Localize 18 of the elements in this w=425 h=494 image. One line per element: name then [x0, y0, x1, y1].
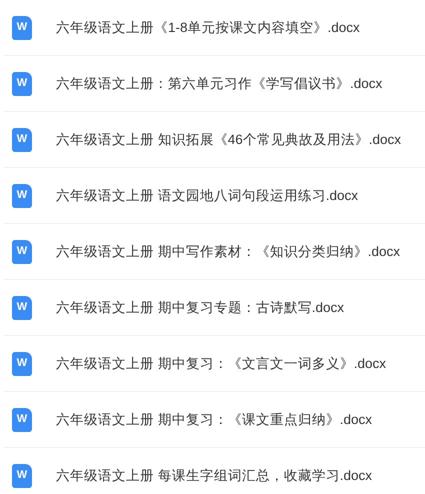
- word-file-icon: W: [12, 16, 32, 40]
- word-file-icon: W: [12, 408, 32, 432]
- word-file-icon: W: [12, 128, 32, 152]
- file-name[interactable]: 六年级语文上册 语文园地八词句段运用练习.docx: [56, 186, 358, 204]
- word-file-icon: W: [12, 72, 32, 96]
- file-name[interactable]: 六年级语文上册 知识拓展《46个常见典故及用法》.docx: [56, 130, 402, 148]
- file-name[interactable]: 六年级语文上册：第六单元习作《学写倡议书》.docx: [56, 74, 382, 92]
- file-name[interactable]: 六年级语文上册 期中复习：《课文重点归纳》.docx: [56, 410, 372, 428]
- file-name[interactable]: 六年级语文上册《1-8单元按课文内容填空》.docx: [56, 18, 360, 36]
- file-name[interactable]: 六年级语文上册 期中复习：《文言文一词多义》.docx: [56, 354, 386, 372]
- word-file-icon: W: [12, 240, 32, 264]
- file-name[interactable]: 六年级语文上册 每课生字组词汇总，收藏学习.docx: [56, 466, 372, 484]
- word-file-icon: W: [12, 464, 32, 488]
- file-name[interactable]: 六年级语文上册 期中写作素材：《知识分类归纳》.docx: [56, 242, 400, 260]
- file-name[interactable]: 六年级语文上册 期中复习专题：古诗默写.docx: [56, 298, 344, 316]
- word-file-icon: W: [12, 352, 32, 376]
- word-file-icon: W: [12, 184, 32, 208]
- word-file-icon: W: [12, 296, 32, 320]
